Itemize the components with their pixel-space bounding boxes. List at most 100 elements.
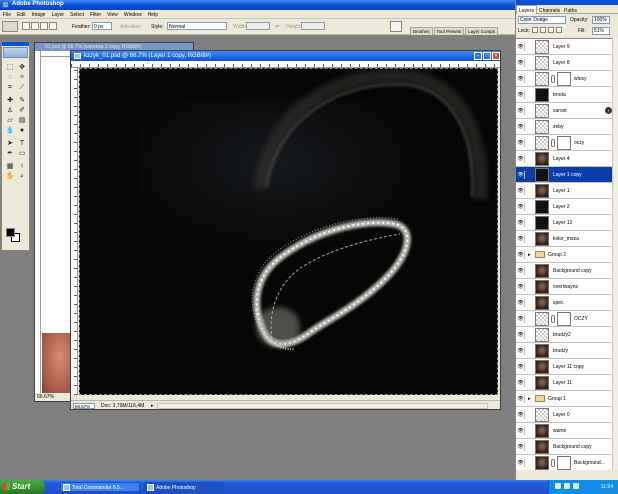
layer-row[interactable]: 👁 OCZY [516,311,618,327]
visibility-eye-icon[interactable]: 👁 [517,107,525,115]
layer-thumbnail[interactable] [535,56,549,70]
network-icon[interactable] [555,483,561,489]
visibility-eye-icon[interactable]: 👁 [517,139,525,147]
layer-row[interactable]: 👁 Layer 2 [516,199,618,215]
image-canvas[interactable] [79,68,498,395]
visibility-eye-icon[interactable]: 👁 [517,427,525,435]
security-icon[interactable] [573,483,579,489]
layer-thumbnail[interactable] [535,280,549,294]
visibility-eye-icon[interactable]: 👁 [517,235,525,243]
mask-link-icon[interactable] [551,139,555,147]
visibility-eye-icon[interactable]: 👁 [517,395,525,403]
layer-group-row[interactable]: 👁 ▸ Group 1 [516,391,618,407]
slice-tool-icon[interactable]: ⟋ [17,83,27,92]
pen-tool-icon[interactable]: ✒ [5,149,15,158]
visibility-eye-icon[interactable]: 👁 [517,315,525,323]
document-window[interactable]: kzzyk_01.psd @ 66.7% (Layer 1 copy, RGB/… [70,50,501,410]
notes-tool-icon[interactable]: ▦ [5,162,15,171]
document-info[interactable]: Doc: 3,79M/116,4M [101,403,144,409]
layer-thumbnail[interactable] [535,264,549,278]
task-photoshop[interactable]: Adobe Photoshop [144,482,224,492]
menu-file[interactable]: File [0,10,14,18]
move-tool-icon[interactable]: ✥ [17,63,27,72]
marquee-tool-icon[interactable]: ⬚ [5,63,15,72]
visibility-eye-icon[interactable]: 👁 [517,155,525,163]
layer-row[interactable]: 👁 Background... [516,455,618,470]
crop-tool-icon[interactable]: ⌗ [5,83,15,92]
layer-thumbnail[interactable] [535,152,549,166]
layer-row[interactable]: 👁 Layer 1 copy [516,167,618,183]
lock-transparency-icon[interactable] [532,27,538,33]
layer-thumbnail[interactable] [535,168,549,182]
menu-filter[interactable]: Filter [87,10,104,18]
layer-thumbnail[interactable] [535,104,549,118]
start-button[interactable]: Start [0,480,45,494]
layer-row[interactable]: 👁 Layer 8 [516,55,618,71]
antialias-checkbox[interactable]: Anti-alias [120,24,141,30]
visibility-eye-icon[interactable]: 👁 [517,363,525,371]
tab-layers[interactable]: Layers [516,5,538,14]
add-selection-button[interactable] [31,22,39,30]
path-selection-tool-icon[interactable]: ➤ [5,139,15,148]
mask-link-icon[interactable] [551,75,555,83]
document-close-button[interactable]: × [492,52,500,60]
well-layer-comps[interactable]: Layer Comps [465,27,499,35]
file-browser-icon[interactable] [390,21,402,32]
layer-thumbnail[interactable] [535,424,549,438]
layer-row[interactable]: 👁 spec [516,295,618,311]
visibility-eye-icon[interactable]: 👁 [517,43,525,51]
horizontal-ruler[interactable] [71,61,500,68]
subtract-selection-button[interactable] [40,22,48,30]
layer-row[interactable]: 👁 brudzy2 [516,327,618,343]
layer-thumbnail[interactable] [535,232,549,246]
layers-scrollbar[interactable] [612,38,618,470]
layer-row[interactable]: 👁 Layer 11 [516,375,618,391]
group-expand-icon[interactable]: ▸ [528,252,531,258]
menu-layer[interactable]: Layer [49,10,68,18]
layer-thumbnail[interactable] [535,72,549,86]
layer-row[interactable]: 👁 wame [516,423,618,439]
visibility-eye-icon[interactable]: 👁 [517,59,525,67]
document-maximize-button[interactable]: □ [483,52,491,60]
visibility-eye-icon[interactable]: 👁 [517,283,525,291]
menu-image[interactable]: Image [29,10,49,18]
eyedropper-tool-icon[interactable]: ⟊ [17,162,27,171]
group-expand-icon[interactable]: ▸ [528,396,531,402]
gradient-tool-icon[interactable]: ▤ [17,116,27,125]
visibility-eye-icon[interactable]: 👁 [517,75,525,83]
layer-thumbnail[interactable] [535,328,549,342]
layer-thumbnail[interactable] [535,120,549,134]
layer-thumbnail[interactable] [535,360,549,374]
layer-effects-icon[interactable]: ƒ [605,107,612,114]
visibility-eye-icon[interactable]: 👁 [517,299,525,307]
layer-row[interactable]: 👁 broda [516,87,618,103]
visibility-eye-icon[interactable]: 👁 [517,267,525,275]
layer-row[interactable]: 👁 Background copy [516,263,618,279]
layer-row[interactable]: 👁 zeby [516,119,618,135]
layer-row[interactable]: 👁 Layer 11 copy [516,359,618,375]
marquee-preset-icon[interactable] [2,21,18,32]
swap-icon[interactable]: ⇄ [275,24,279,30]
lock-position-icon[interactable] [548,27,554,33]
visibility-eye-icon[interactable]: 👁 [517,347,525,355]
menu-help[interactable]: Help [145,10,161,18]
layer-thumbnail[interactable] [535,344,549,358]
visibility-eye-icon[interactable]: 👁 [517,187,525,195]
history-brush-tool-icon[interactable]: ✐ [17,106,27,115]
lock-image-icon[interactable] [540,27,546,33]
layer-thumbnail[interactable] [535,136,549,150]
zoom-tool-icon[interactable]: ⌕ [17,172,27,181]
document-minimize-button[interactable]: – [474,52,482,60]
layer-row[interactable]: 👁 overlwayns [516,279,618,295]
status-menu-arrow-icon[interactable]: ▸ [151,403,154,409]
well-brushes[interactable]: Brushes [410,27,433,35]
layer-row[interactable]: 👁 Layer 12 [516,215,618,231]
layer-thumbnail[interactable] [535,216,549,230]
new-selection-button[interactable] [22,22,30,30]
feather-input[interactable]: 0 px [92,22,112,30]
toolbox-grip[interactable] [2,42,29,46]
visibility-eye-icon[interactable]: 👁 [517,251,525,259]
layer-row[interactable]: 👁 oczy [516,135,618,151]
visibility-eye-icon[interactable]: 👁 [517,171,525,179]
layer-thumbnail[interactable] [535,456,549,470]
